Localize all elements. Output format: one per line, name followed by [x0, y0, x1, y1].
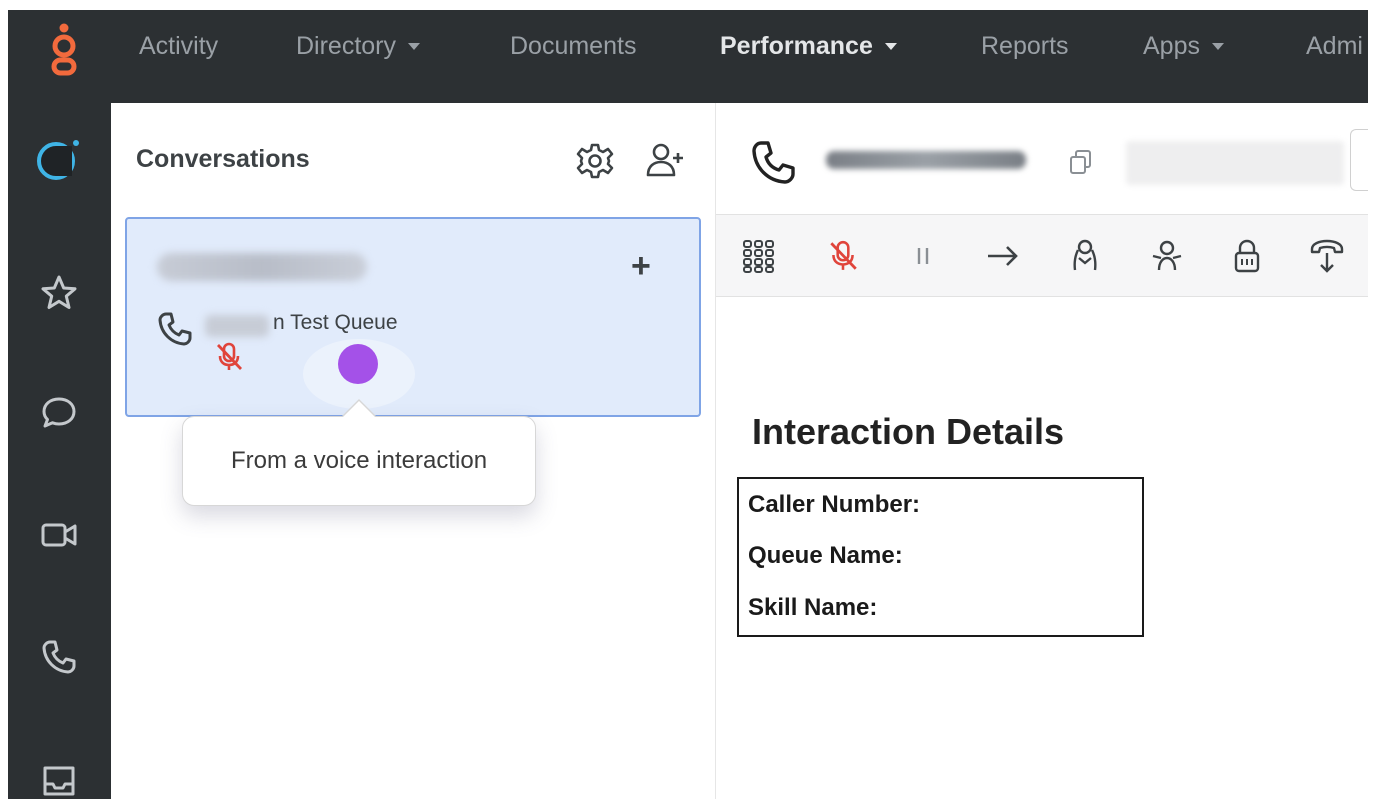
- nav-directory[interactable]: Directory: [296, 32, 421, 61]
- video-icon: [41, 523, 77, 547]
- redacted-contact-name: [157, 253, 367, 281]
- redacted-detail: [1126, 141, 1344, 185]
- redacted-caller-name: [826, 151, 1026, 169]
- sidebar-item-video[interactable]: [32, 508, 86, 562]
- consult-icon: [1073, 239, 1097, 271]
- nav-apps-label: Apps: [1143, 32, 1200, 60]
- screen-frame-right: [1368, 0, 1375, 799]
- nav-documents-label: Documents: [510, 32, 637, 60]
- interaction-details-box: Caller Number: Queue Name: Skill Name:: [737, 477, 1144, 637]
- top-navigation-bar: Activity Directory Documents Performance…: [8, 10, 1368, 103]
- dialpad-button[interactable]: [738, 235, 780, 277]
- queue-name: n Test Queue: [273, 311, 398, 334]
- chevron-down-icon: [884, 43, 897, 50]
- dialpad-icon: [743, 240, 774, 273]
- hold-button[interactable]: [902, 235, 944, 277]
- skill-name-label: Skill Name:: [748, 594, 878, 621]
- consult-button[interactable]: [1064, 235, 1106, 277]
- interaction-details-title: Interaction Details: [752, 411, 1065, 452]
- sidebar-item-inbox[interactable]: [32, 753, 86, 799]
- mic-off-icon: [830, 240, 857, 270]
- inbox-icon: [43, 766, 75, 796]
- genesys-logo-icon[interactable]: [46, 20, 82, 80]
- star-icon: [41, 275, 77, 309]
- caller-number-label: Caller Number:: [748, 491, 921, 518]
- add-button[interactable]: +: [631, 249, 651, 283]
- conversation-card[interactable]: + n Test Queue: [125, 217, 701, 417]
- nav-documents[interactable]: Documents: [510, 32, 636, 61]
- disconnect-button[interactable]: [1306, 235, 1348, 277]
- header-control-edge[interactable]: [1350, 129, 1370, 191]
- screen-frame-left: [0, 0, 8, 799]
- redacted-queue-prefix: [205, 315, 269, 337]
- secure-pause-button[interactable]: [1226, 235, 1268, 277]
- pause-icon: [917, 248, 929, 264]
- transfer-button[interactable]: [982, 235, 1024, 277]
- conference-icon: [1152, 240, 1182, 271]
- nav-directory-label: Directory: [296, 32, 397, 60]
- left-sidebar: [8, 103, 111, 799]
- call-controls-toolbar: [716, 215, 1368, 297]
- interaction-header: [716, 103, 1370, 215]
- phone-icon: [752, 141, 795, 184]
- voice-interaction-tooltip: From a voice interaction: [182, 399, 536, 506]
- chevron-down-icon: [1211, 43, 1224, 50]
- sidebar-item-phone[interactable]: [32, 630, 86, 684]
- sidebar-item-favorites[interactable]: [32, 266, 86, 320]
- presence-dot[interactable]: [338, 344, 378, 384]
- copy-icon[interactable]: [1066, 147, 1096, 177]
- transfer-arrow-icon: [988, 246, 1018, 266]
- hang-up-icon: [1310, 239, 1344, 273]
- nav-admin-label: Admi: [1306, 32, 1363, 60]
- mic-off-icon: [216, 342, 243, 370]
- nav-reports[interactable]: Reports: [981, 32, 1069, 61]
- chevron-down-icon: [408, 43, 421, 50]
- chat-bubble-icon: [42, 397, 76, 428]
- phone-icon: [158, 312, 192, 346]
- queue-name-label: Queue Name:: [748, 542, 903, 569]
- tooltip-arrow: [343, 401, 375, 417]
- phone-icon: [42, 640, 76, 674]
- tooltip-text: From a voice interaction: [230, 447, 488, 474]
- conference-button[interactable]: [1146, 235, 1188, 277]
- gear-icon[interactable]: [575, 141, 615, 181]
- nav-activity-label: Activity: [139, 32, 219, 60]
- nav-reports-label: Reports: [981, 32, 1069, 60]
- add-user-icon[interactable]: [644, 139, 686, 181]
- sidebar-item-chat[interactable]: [32, 386, 86, 440]
- conversations-title: Conversations: [136, 145, 310, 173]
- interaction-details-panel: Interaction Details Caller Number: Queue…: [716, 297, 1368, 799]
- mute-button[interactable]: [822, 235, 864, 277]
- status-ring-icon: [37, 140, 79, 180]
- nav-performance[interactable]: Performance: [720, 32, 897, 61]
- nav-admin[interactable]: Admi: [1306, 32, 1363, 61]
- nav-apps[interactable]: Apps: [1143, 32, 1224, 61]
- screen-frame-top: [0, 0, 1375, 10]
- nav-performance-label: Performance: [720, 32, 873, 60]
- secure-lock-icon: [1234, 239, 1260, 273]
- nav-activity[interactable]: Activity: [139, 32, 218, 61]
- sidebar-item-status[interactable]: [32, 133, 86, 187]
